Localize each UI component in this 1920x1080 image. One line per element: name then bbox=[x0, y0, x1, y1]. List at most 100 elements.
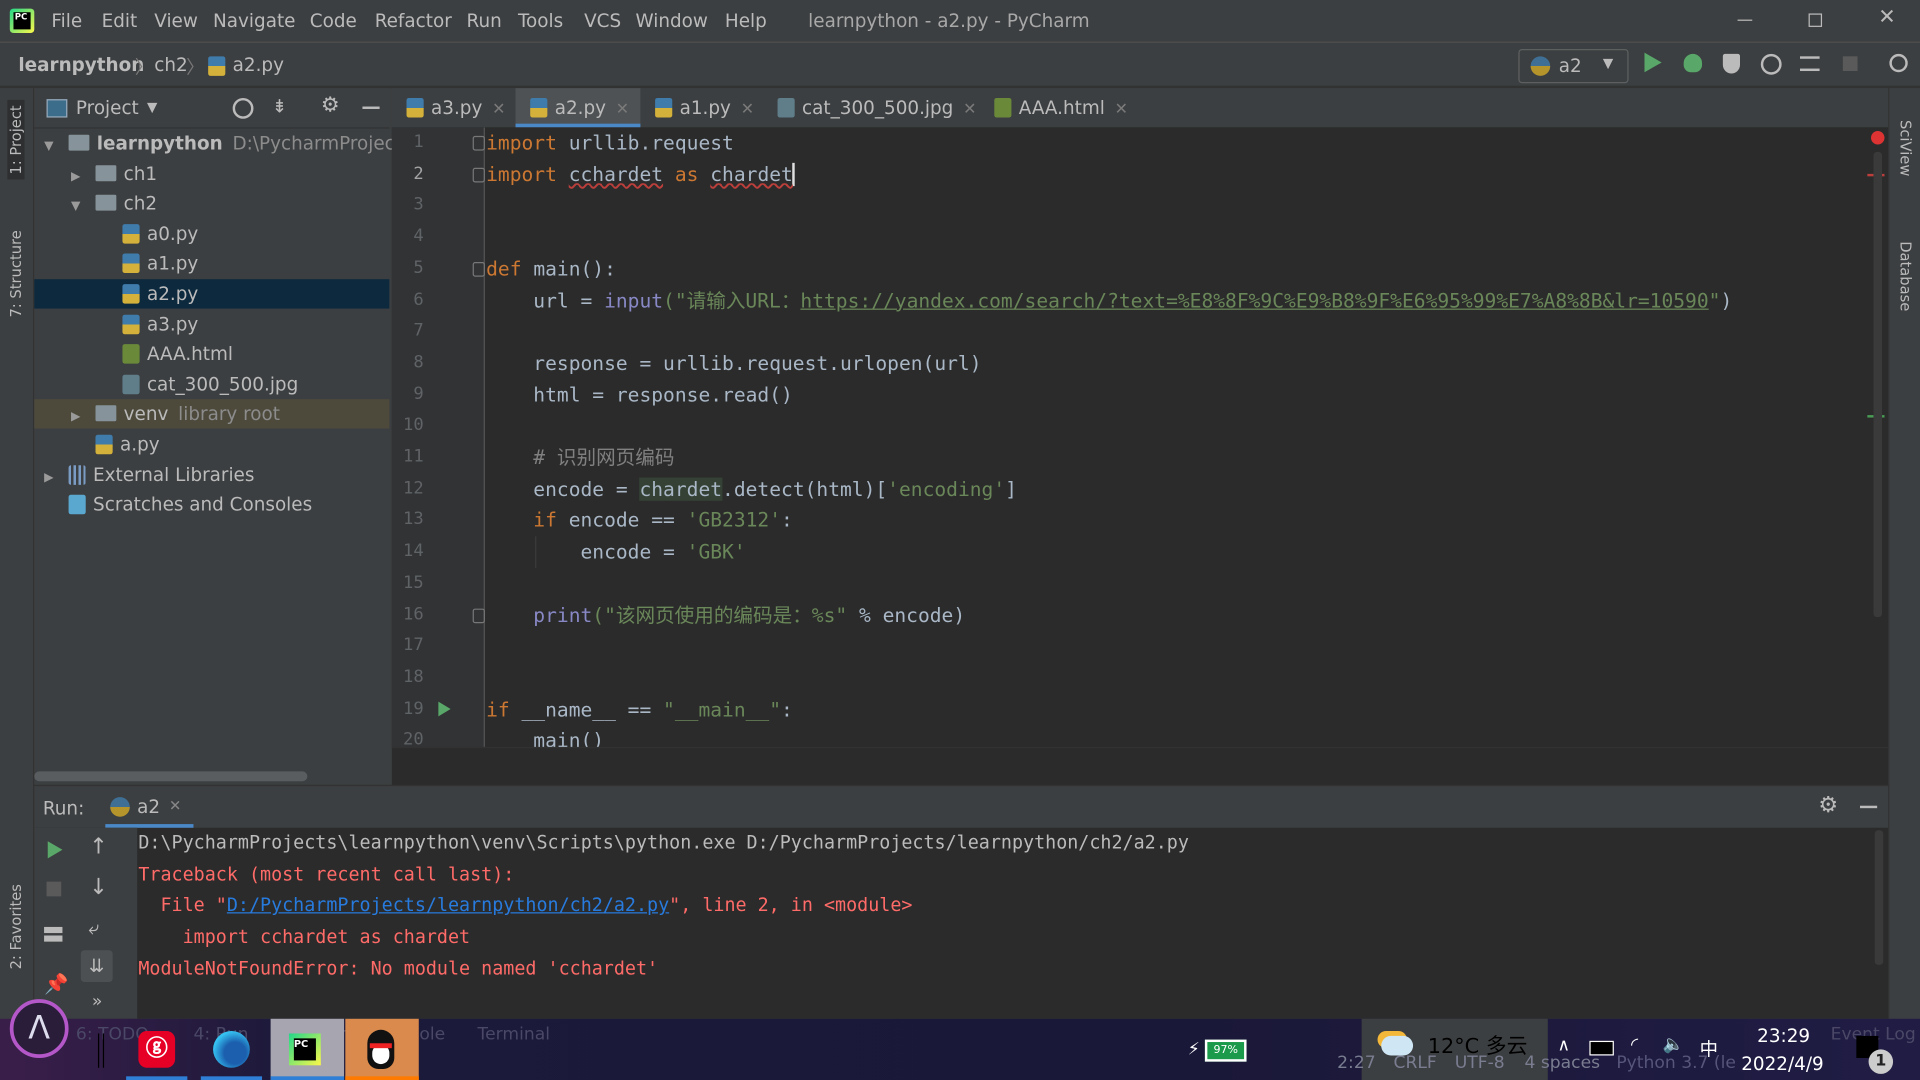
console-vertical-scrollbar[interactable] bbox=[1874, 830, 1884, 965]
expanded-arrow-icon[interactable]: ▼ bbox=[71, 192, 86, 221]
fold-marker-icon[interactable] bbox=[472, 167, 485, 183]
volume-icon[interactable]: 🔈 bbox=[1663, 1035, 1684, 1055]
tree-item-label: a1.py bbox=[146, 252, 199, 275]
code-editor[interactable]: 1 2 3 4 5 6 7 8 9 10 11 12 13 14 15 16 17 18 19 20 import u… bbox=[391, 127, 1889, 747]
run-gutter-icon[interactable] bbox=[438, 701, 451, 717]
tab-a1-py[interactable]: a1.py ✕ bbox=[640, 88, 762, 127]
tree-item[interactable]: AAA.html bbox=[34, 339, 389, 368]
debug-icon[interactable] bbox=[1683, 53, 1703, 73]
console-output[interactable]: D:\PycharmProjects\learnpython\venv\Scri… bbox=[34, 828, 1871, 1019]
close-tab-icon[interactable]: ✕ bbox=[616, 100, 629, 118]
fold-marker-icon[interactable] bbox=[472, 607, 485, 623]
locate-file-icon[interactable] bbox=[232, 97, 254, 119]
breadcrumb-folder[interactable]: ch2 bbox=[154, 54, 187, 76]
restore-button[interactable] bbox=[1798, 7, 1835, 34]
run-config-selector[interactable]: a2 ▼ bbox=[1518, 48, 1629, 84]
taskbar-netease-music[interactable]: ⓖ bbox=[126, 1019, 199, 1080]
tree-item[interactable]: ▶ External Libraries bbox=[34, 460, 389, 489]
tree-item-label: a.py bbox=[120, 433, 160, 456]
code-token: def bbox=[486, 256, 522, 281]
tree-item[interactable]: ▶ venv library root bbox=[34, 399, 390, 432]
status-interpreter[interactable]: Python 3.7 (le bbox=[1616, 1053, 1736, 1073]
menu-code[interactable]: Code bbox=[310, 10, 357, 32]
menu-navigate[interactable]: Navigate bbox=[213, 10, 295, 32]
collapsed-arrow-icon[interactable]: ▶ bbox=[71, 162, 86, 191]
chevron-down-icon[interactable]: ▼ bbox=[147, 99, 157, 115]
collapsed-arrow-icon[interactable]: ▶ bbox=[44, 464, 59, 493]
status-encoding[interactable]: UTF-8 bbox=[1455, 1053, 1505, 1073]
close-tab-icon[interactable]: ✕ bbox=[963, 100, 976, 118]
tree-item[interactable]: a0.py bbox=[34, 219, 389, 248]
tool-window-favorites[interactable]: 2: Favorites bbox=[7, 884, 24, 969]
menu-refactor[interactable]: Refactor bbox=[375, 10, 452, 32]
menu-view[interactable]: View bbox=[154, 10, 198, 32]
close-tab-icon[interactable]: ✕ bbox=[741, 100, 754, 118]
clock-date[interactable]: 2022/4/9 bbox=[1741, 1053, 1824, 1075]
tab-a3-py[interactable]: a3.py ✕ bbox=[392, 88, 516, 127]
tree-item[interactable]: ▼ ch2 bbox=[34, 189, 389, 218]
run-tab-a2[interactable]: a2 ✕ bbox=[105, 786, 194, 828]
collapsed-arrow-icon[interactable]: ▶ bbox=[71, 403, 86, 432]
menu-tools[interactable]: Tools bbox=[518, 10, 563, 32]
close-tab-icon[interactable]: ✕ bbox=[169, 797, 181, 814]
editor-vertical-scrollbar[interactable] bbox=[1873, 151, 1883, 618]
search-icon[interactable] bbox=[1889, 53, 1908, 73]
tree-item[interactable]: a2.py bbox=[34, 279, 390, 309]
fold-marker-icon[interactable] bbox=[472, 261, 485, 277]
tree-item[interactable]: a3.py bbox=[34, 309, 389, 338]
tab-a2-py[interactable]: a2.py ✕ bbox=[515, 88, 641, 128]
tool-window-sciview[interactable]: SciView bbox=[1897, 120, 1914, 176]
taskbar-pycharm[interactable]: PC bbox=[270, 1018, 345, 1080]
tree-item[interactable]: ▼ learnpython D:\PycharmProjects\l bbox=[34, 129, 423, 161]
code-token: 'encoding' bbox=[887, 477, 1006, 501]
concurrency-icon[interactable] bbox=[1800, 56, 1820, 72]
menu-vcs[interactable]: VCS bbox=[584, 10, 621, 32]
gear-icon[interactable]: ⚙ bbox=[1818, 792, 1838, 818]
folder-icon bbox=[68, 134, 90, 151]
menu-window[interactable]: Window bbox=[636, 10, 708, 32]
tree-item[interactable]: a.py bbox=[34, 430, 389, 459]
menu-help[interactable]: Help bbox=[725, 10, 767, 32]
close-tab-icon[interactable]: ✕ bbox=[492, 100, 505, 118]
code-token: : bbox=[781, 697, 793, 721]
tree-item[interactable]: ▶ ch1 bbox=[34, 159, 389, 188]
minimize-button[interactable] bbox=[1727, 7, 1764, 34]
collapse-all-icon[interactable]: ⇟ bbox=[272, 96, 287, 118]
tab-cat-300-500-jpg[interactable]: cat_300_500.jpg ✕ bbox=[763, 88, 980, 127]
gear-icon[interactable]: ⚙ bbox=[321, 93, 340, 117]
launcher-icon[interactable]: Λ bbox=[9, 999, 69, 1058]
coverage-icon[interactable] bbox=[1722, 53, 1741, 74]
breadcrumb-file[interactable]: a2.py bbox=[233, 54, 284, 76]
hide-panel-icon[interactable] bbox=[362, 106, 380, 109]
status-cursor-position[interactable]: 2:27 bbox=[1337, 1053, 1376, 1073]
menu-edit[interactable]: Edit bbox=[102, 10, 138, 32]
tab-aaa-html[interactable]: AAA.html ✕ bbox=[980, 88, 1128, 127]
tool-window-database[interactable]: Database bbox=[1897, 241, 1914, 311]
project-horizontal-scrollbar[interactable] bbox=[34, 771, 308, 782]
close-tab-icon[interactable]: ✕ bbox=[1115, 100, 1128, 118]
bottom-tool-tab[interactable]: Terminal bbox=[478, 1025, 550, 1045]
taskbar-qq[interactable] bbox=[345, 1018, 419, 1080]
run-icon[interactable] bbox=[1644, 52, 1662, 73]
breadcrumb-project[interactable]: learnpython bbox=[18, 54, 144, 76]
stop-icon[interactable] bbox=[1842, 56, 1858, 72]
clock-time[interactable]: 23:29 bbox=[1757, 1025, 1810, 1047]
hide-panel-icon[interactable] bbox=[1860, 805, 1878, 809]
project-view-selector[interactable]: Project bbox=[76, 97, 139, 119]
profile-icon[interactable] bbox=[1760, 53, 1782, 75]
menu-run[interactable]: Run bbox=[467, 10, 502, 32]
tool-window-structure[interactable]: 7: Structure bbox=[7, 230, 24, 317]
taskbar-edge[interactable] bbox=[200, 1019, 274, 1080]
tree-item[interactable]: a1.py bbox=[34, 249, 389, 278]
traceback-file-link[interactable]: D:/PycharmProjects/learnpython/ch2/a2.py bbox=[227, 894, 669, 916]
menu-file[interactable]: File bbox=[51, 10, 82, 32]
tool-window-project[interactable]: 1: Project bbox=[7, 100, 25, 180]
status-line-separator[interactable]: CRLF bbox=[1393, 1053, 1436, 1073]
error-indicator-icon[interactable] bbox=[1871, 131, 1885, 145]
tree-item[interactable]: Scratches and Consoles bbox=[34, 490, 389, 519]
close-button[interactable]: ✕ bbox=[1871, 5, 1903, 34]
expanded-arrow-icon[interactable]: ▼ bbox=[44, 132, 59, 161]
tree-item[interactable]: cat_300_500.jpg bbox=[34, 370, 389, 399]
status-indent[interactable]: 4 spaces bbox=[1524, 1053, 1600, 1073]
fold-marker-icon[interactable] bbox=[472, 135, 485, 151]
